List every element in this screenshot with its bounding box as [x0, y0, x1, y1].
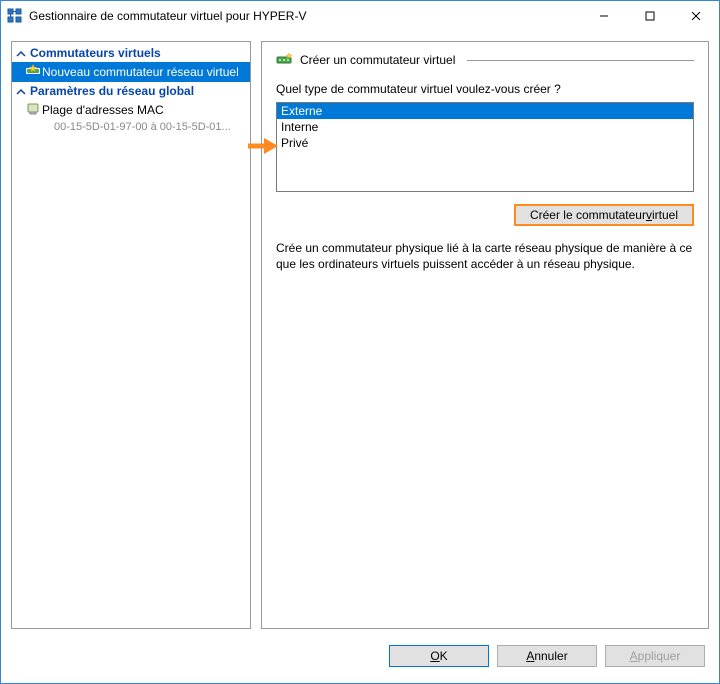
tree-item-label: Plage d'adresses MAC	[42, 103, 164, 117]
chevron-up-icon	[16, 48, 26, 58]
section-label: Commutateurs virtuels	[30, 46, 161, 60]
right-detail-pane: Créer un commutateur virtuel Quel type d…	[261, 41, 709, 629]
button-label-post: K	[440, 649, 448, 663]
option-internal[interactable]: Interne	[277, 119, 693, 135]
section-label: Paramètres du réseau global	[30, 84, 194, 98]
dialog-footer: OK Annuler Appliquer	[1, 639, 719, 683]
option-external[interactable]: Externe	[277, 103, 693, 119]
apply-button: Appliquer	[605, 645, 705, 667]
titlebar: Gestionnaire de commutateur virtuel pour…	[1, 1, 719, 31]
tree-section-global-network[interactable]: Paramètres du réseau global	[12, 82, 250, 100]
dialog-window: Gestionnaire de commutateur virtuel pour…	[0, 0, 720, 684]
create-button-row: Créer le commutateur virtuel	[276, 204, 694, 226]
option-private[interactable]: Privé	[277, 135, 693, 151]
button-access-key: A	[630, 649, 638, 663]
cancel-button[interactable]: Annuler	[497, 645, 597, 667]
tree-item-new-virtual-switch[interactable]: Nouveau commutateur réseau virtuel	[12, 62, 250, 82]
tree-section-virtual-switches[interactable]: Commutateurs virtuels	[12, 44, 250, 62]
tree-item-mac-range[interactable]: Plage d'adresses MAC	[12, 100, 250, 120]
create-virtual-switch-button[interactable]: Créer le commutateur virtuel	[514, 204, 694, 226]
minimize-button[interactable]	[581, 1, 627, 31]
title-separator	[467, 60, 694, 61]
switch-type-listbox[interactable]: Externe Interne Privé	[276, 102, 694, 192]
switch-icon	[276, 52, 292, 68]
close-button[interactable]	[673, 1, 719, 31]
type-description: Crée un commutateur physique lié à la ca…	[276, 240, 694, 272]
button-access-key: A	[526, 649, 534, 663]
panel-title: Créer un commutateur virtuel	[300, 53, 455, 67]
button-access-key: O	[430, 649, 439, 663]
nic-icon	[26, 102, 40, 116]
type-prompt: Quel type de commutateur virtuel voulez-…	[276, 82, 694, 96]
tree-item-label: Nouveau commutateur réseau virtuel	[42, 65, 239, 79]
panel-title-row: Créer un commutateur virtuel	[276, 52, 694, 68]
window-controls	[581, 1, 719, 31]
window-title: Gestionnaire de commutateur virtuel pour…	[29, 9, 581, 23]
new-switch-icon	[26, 64, 40, 78]
app-icon	[7, 8, 23, 24]
annotation-arrow-icon	[248, 137, 278, 158]
maximize-button[interactable]	[627, 1, 673, 31]
content-area: Commutateurs virtuels Nouveau commutateu…	[1, 31, 719, 639]
button-label-post: ppliquer	[638, 649, 681, 663]
tree-item-mac-range-value: 00-15-5D-01-97-00 à 00-15-5D-01...	[12, 120, 250, 134]
chevron-up-icon	[16, 86, 26, 96]
left-tree-pane: Commutateurs virtuels Nouveau commutateu…	[11, 41, 251, 629]
button-label-pre: Créer le commutateur	[530, 208, 646, 222]
button-label-post: nnuler	[534, 649, 567, 663]
button-label-post: irtuel	[652, 208, 678, 222]
ok-button[interactable]: OK	[389, 645, 489, 667]
